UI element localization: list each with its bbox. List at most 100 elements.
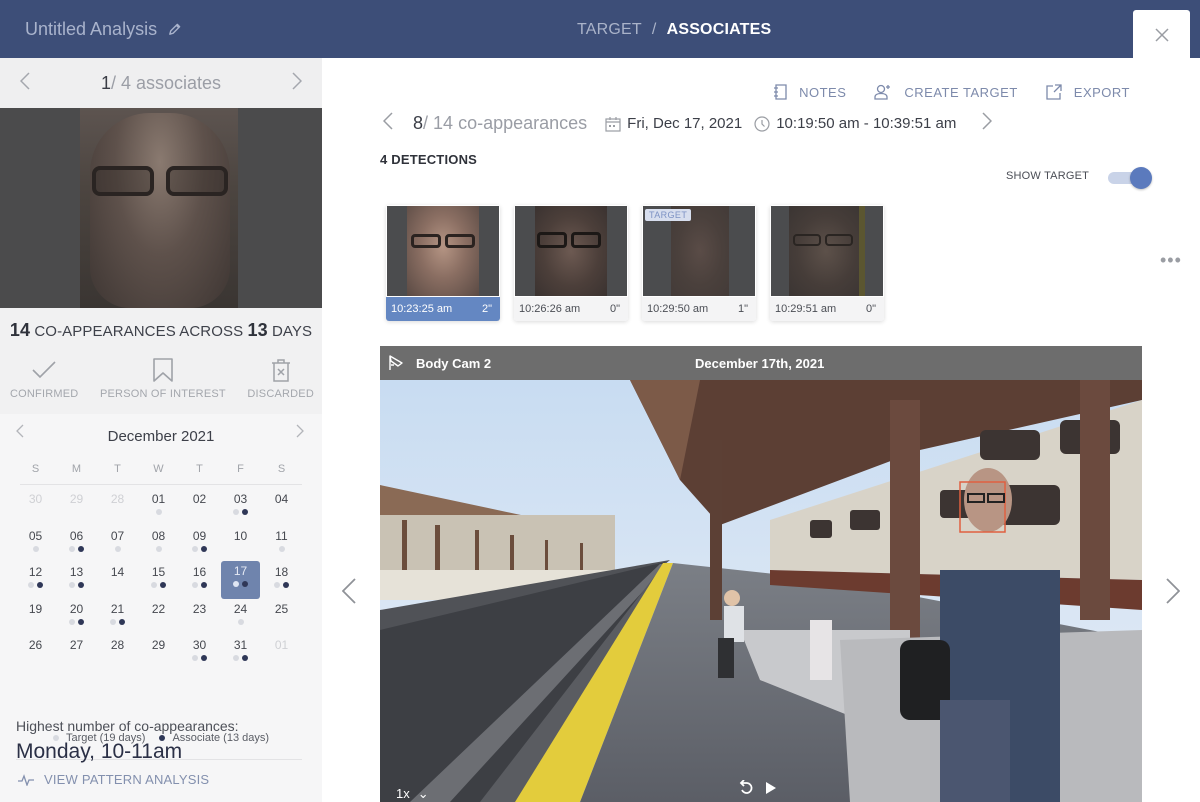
associate-navigator: 1/ 4 associates <box>0 58 322 108</box>
weekday: M <box>71 463 82 475</box>
calendar-day[interactable]: 28 <box>97 635 138 672</box>
export-button[interactable]: EXPORT <box>1046 84 1130 100</box>
calendar-day[interactable]: 28 <box>97 489 138 526</box>
previous-detection-button[interactable] <box>341 578 356 612</box>
next-coappearance-button[interactable] <box>982 112 993 135</box>
calendar-day[interactable]: 29 <box>56 489 97 526</box>
target-dot-icon <box>114 545 121 552</box>
calendar-day[interactable]: 01 <box>261 635 302 672</box>
breadcrumb-target[interactable]: TARGET <box>577 21 642 39</box>
view-pattern-analysis-link[interactable]: VIEW PATTERN ANALYSIS <box>18 772 209 787</box>
target-dot-icon <box>69 582 75 588</box>
add-person-icon <box>874 84 891 100</box>
play-button[interactable] <box>765 781 777 798</box>
more-options-button[interactable]: ••• <box>1160 250 1182 271</box>
calendar-day-number: 01 <box>151 492 166 506</box>
calendar-day[interactable]: 09 <box>179 526 220 563</box>
calendar-day[interactable]: 03 <box>220 489 261 526</box>
calendar-day[interactable]: 05 <box>15 526 56 563</box>
pencil-icon[interactable] <box>167 22 182 37</box>
analysis-title[interactable]: Untitled Analysis <box>25 19 182 40</box>
detection-thumbnail[interactable]: 10:23:25 am 2" <box>386 205 500 321</box>
target-dot-icon <box>192 545 198 552</box>
calendar-day[interactable]: 13 <box>56 562 97 599</box>
weekday: W <box>153 463 164 475</box>
calendar-day[interactable]: 19 <box>15 599 56 636</box>
calendar-day-number: 22 <box>151 601 166 616</box>
confirmed-button[interactable]: CONFIRMED <box>10 358 78 414</box>
calendar-day-number: 25 <box>274 601 289 616</box>
calendar-day[interactable]: 10 <box>220 526 261 563</box>
next-month-button[interactable] <box>296 424 304 442</box>
calendar-day[interactable]: 02 <box>179 489 220 526</box>
calendar-day[interactable]: 06 <box>56 526 97 563</box>
calendar-day[interactable]: 21 <box>97 599 138 636</box>
associate-dot-icon <box>119 618 125 625</box>
show-target-toggle[interactable] <box>1108 167 1154 189</box>
calendar-day[interactable]: 22 <box>138 599 179 636</box>
weekday: S <box>277 463 286 475</box>
coappearance-summary: 14 CO-APPEARANCES ACROSS 13 DAYS <box>9 320 313 340</box>
target-tag: TARGET <box>645 209 692 221</box>
detection-duration: 2" <box>481 303 492 315</box>
calendar-day[interactable]: 07 <box>97 526 138 563</box>
calendar-day[interactable]: 16 <box>179 562 220 599</box>
video-player[interactable]: Body Cam 2 December 17th, 2021 1x ⌄ <box>380 346 1142 802</box>
calendar-day[interactable]: 30 <box>15 489 56 526</box>
next-associate-button[interactable] <box>287 70 307 96</box>
associate-dot-icon <box>78 618 84 625</box>
calendar-day[interactable]: 20 <box>56 599 97 636</box>
chevron-left-icon <box>382 112 393 130</box>
playback-speed-select[interactable]: 1x ⌄ <box>396 786 429 802</box>
calendar-day[interactable]: 30 <box>179 635 220 672</box>
chevron-down-icon: ⌄ <box>417 786 429 801</box>
calendar-day-selected[interactable]: 17 <box>221 561 260 599</box>
calendar-day[interactable]: 23 <box>179 599 220 636</box>
replay-button[interactable] <box>738 779 754 799</box>
create-target-button[interactable]: CREATE TARGET <box>874 84 1017 100</box>
next-detection-button[interactable] <box>1166 578 1181 612</box>
target-dot-icon <box>274 582 280 588</box>
calendar-day-number: 09 <box>192 528 207 543</box>
previous-coappearance-button[interactable] <box>382 112 393 135</box>
calendar-day-number: 18 <box>274 565 289 579</box>
calendar-day[interactable]: 27 <box>56 635 97 672</box>
notes-button[interactable]: NOTES <box>773 84 846 100</box>
discarded-button[interactable]: DISCARDED <box>247 358 314 414</box>
show-target-label: SHOW TARGET <box>1006 170 1090 182</box>
calendar-day-number: 02 <box>192 492 207 506</box>
check-icon <box>32 361 56 379</box>
calendar-day[interactable]: 11 <box>261 526 302 563</box>
calendar-day[interactable]: 31 <box>220 635 261 672</box>
breadcrumb-separator: / <box>651 21 657 38</box>
calendar-day[interactable]: 24 <box>220 599 261 636</box>
calendar-day[interactable]: 08 <box>138 526 179 563</box>
detection-thumbnail[interactable]: 10:29:51 am 0" <box>770 205 884 321</box>
coappearance-count: 8/ 14 co-appearances <box>413 113 588 133</box>
calendar-day-number: 21 <box>110 601 125 616</box>
calendar-day-number: 20 <box>69 601 84 616</box>
calendar-day[interactable]: 14 <box>97 562 138 599</box>
associate-dot-icon <box>37 582 43 588</box>
detection-duration: 0" <box>865 303 876 315</box>
calendar-day[interactable]: 04 <box>261 489 302 526</box>
calendar-day-number: 04 <box>274 492 289 506</box>
person-of-interest-button[interactable]: PERSON OF INTEREST <box>100 358 226 414</box>
coappearance-date: Fri, Dec 17, 2021 <box>605 115 742 132</box>
calendar-day[interactable]: 15 <box>138 562 179 599</box>
calendar-day-number: 30 <box>192 638 207 652</box>
calendar-day[interactable]: 25 <box>261 599 302 636</box>
associate-dot-icon <box>242 655 248 661</box>
calendar-day[interactable]: 01 <box>138 489 179 526</box>
calendar-day[interactable]: 29 <box>138 635 179 672</box>
detection-thumbnail[interactable]: 10:26:26 am 0" <box>514 205 628 321</box>
previous-associate-button[interactable] <box>15 70 35 96</box>
calendar-day[interactable]: 18 <box>261 562 302 599</box>
close-button[interactable] <box>1133 10 1190 60</box>
breadcrumb: TARGET / ASSOCIATES <box>577 21 771 39</box>
previous-month-button[interactable] <box>16 424 24 442</box>
calendar-day[interactable]: 12 <box>15 562 56 599</box>
calendar-day[interactable]: 26 <box>15 635 56 672</box>
chevron-right-icon <box>296 424 304 438</box>
detection-thumbnail[interactable]: TARGET 10:29:50 am 1" <box>642 205 756 321</box>
